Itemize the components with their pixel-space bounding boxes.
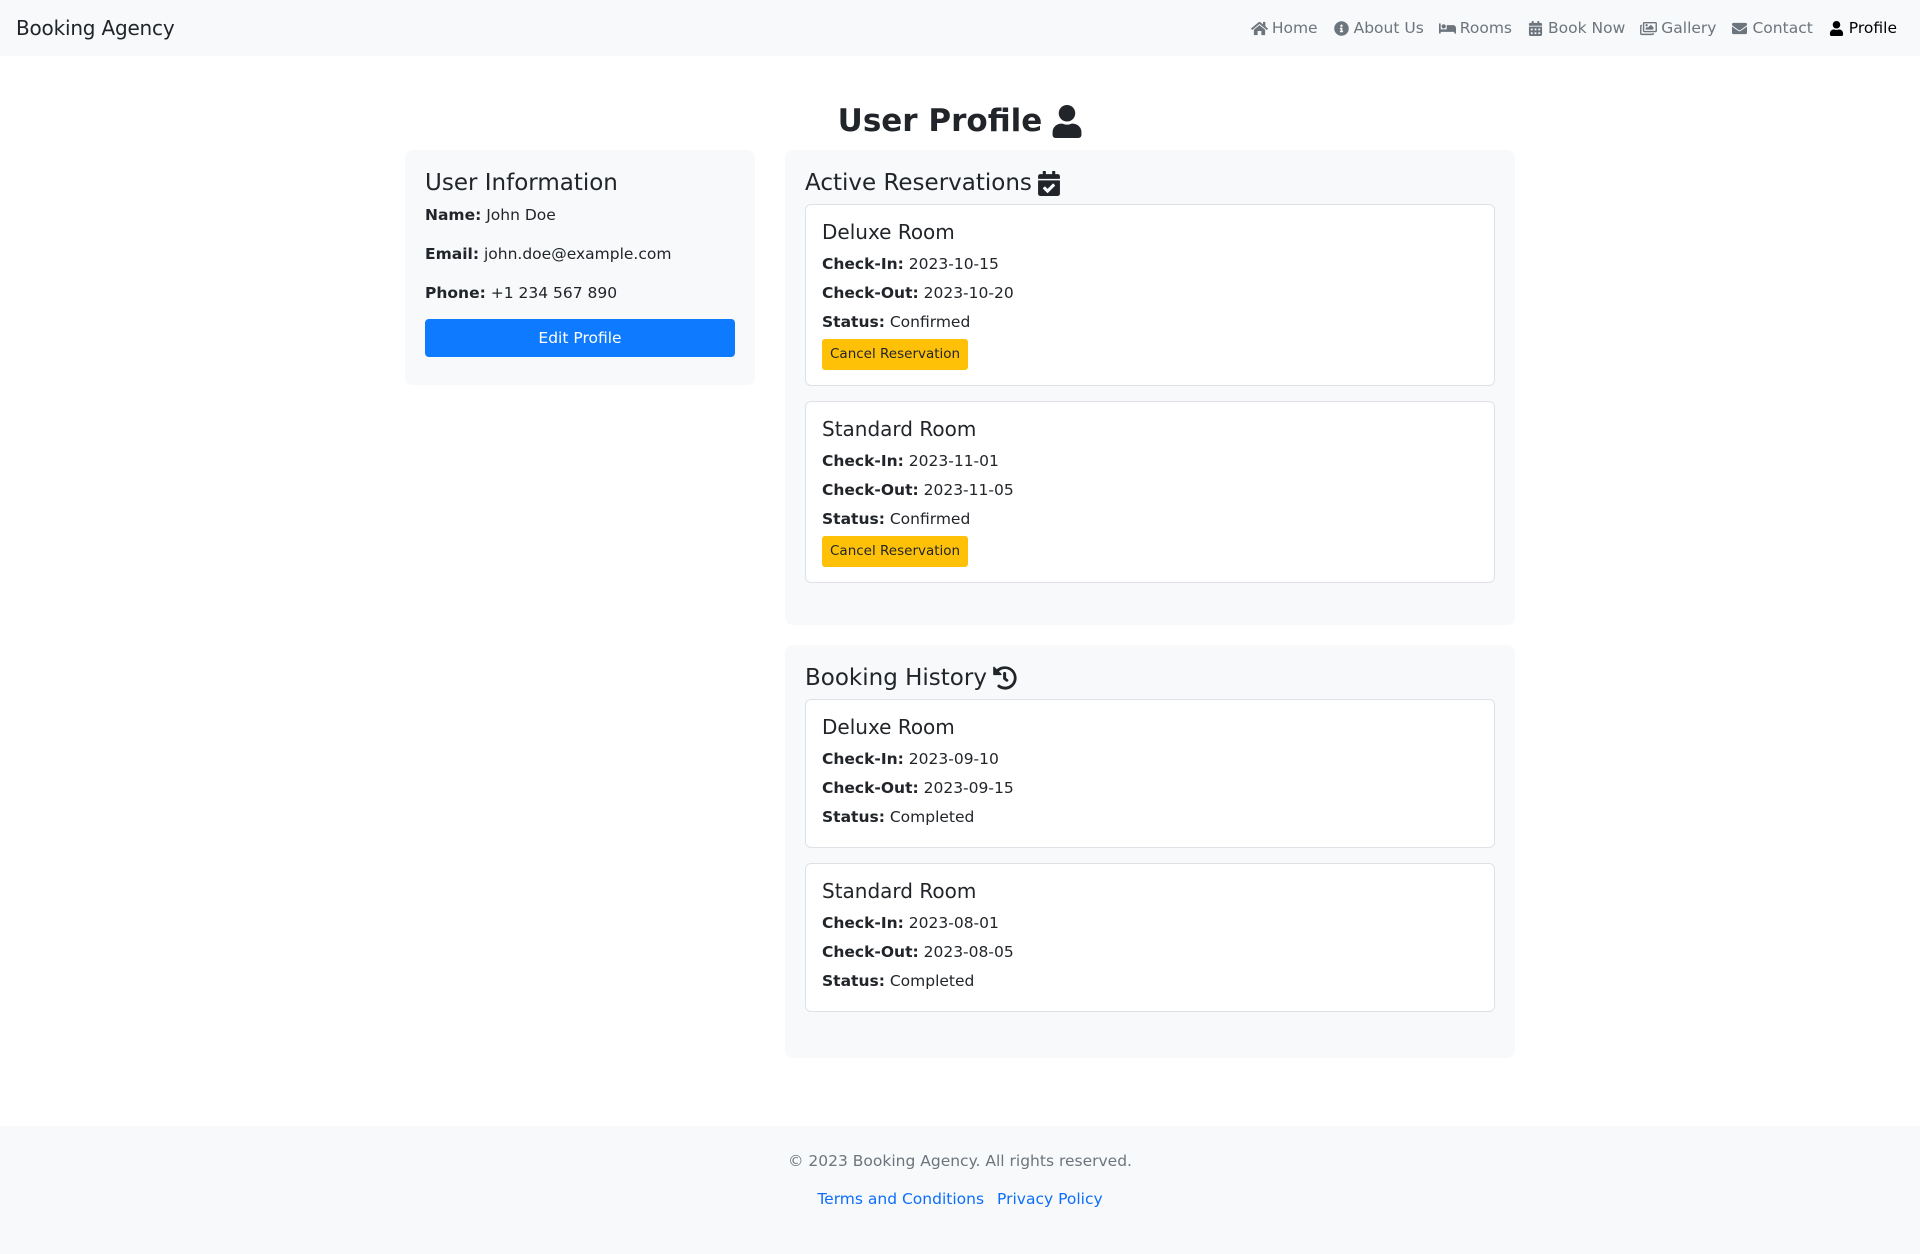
nav-item-label: Gallery bbox=[1661, 19, 1717, 37]
user-icon bbox=[1052, 104, 1082, 138]
room-title: Standard Room bbox=[822, 417, 977, 441]
status-value: Completed bbox=[889, 808, 975, 826]
nav-item-profile[interactable]: Profile bbox=[1828, 19, 1897, 37]
checkin-row: Check-In: 2023-09-10 bbox=[822, 745, 1478, 774]
nav-item-label: About Us bbox=[1353, 19, 1424, 37]
status-row: Status: Confirmed bbox=[822, 308, 1478, 337]
room-title: Deluxe Room bbox=[822, 715, 955, 739]
user-email: john.doe@example.com bbox=[483, 245, 672, 263]
checkout-label: Check-Out: bbox=[822, 943, 919, 961]
checkin-label: Check-In: bbox=[822, 452, 904, 470]
checkin-label: Check-In: bbox=[822, 750, 904, 768]
email-label: Email: bbox=[425, 245, 480, 263]
status-value: Confirmed bbox=[889, 510, 971, 528]
status-label: Status: bbox=[822, 808, 885, 826]
page-title-text: User Profile bbox=[837, 103, 1043, 139]
checkout-label: Check-Out: bbox=[822, 779, 919, 797]
brand-logo[interactable]: Booking Agency bbox=[16, 16, 175, 40]
active-reservations-title-text: Active Reservations bbox=[805, 170, 1032, 196]
checkin-date: 2023-10-15 bbox=[908, 255, 999, 273]
checkout-row: Check-Out: 2023-10-20 bbox=[822, 279, 1478, 308]
history-card: Standard Room Check-In: 2023-08-01 Check… bbox=[805, 863, 1495, 1012]
checkout-label: Check-Out: bbox=[822, 481, 919, 499]
booking-history-title: Booking History bbox=[805, 665, 1495, 691]
nav-item-label: Book Now bbox=[1548, 19, 1626, 37]
checkout-date: 2023-09-15 bbox=[923, 779, 1014, 797]
reservation-card: Standard Room Check-In: 2023-11-01 Check… bbox=[805, 401, 1495, 583]
user-name: John Doe bbox=[486, 206, 556, 224]
envelope-icon bbox=[1732, 22, 1748, 34]
checkin-date: 2023-08-01 bbox=[908, 914, 999, 932]
user-phone-row: Phone: +1 234 567 890 bbox=[425, 284, 735, 302]
checkin-date: 2023-11-01 bbox=[908, 452, 999, 470]
status-row: Status: Completed bbox=[822, 803, 1478, 832]
room-title: Deluxe Room bbox=[822, 220, 955, 244]
nav-item-home[interactable]: Home bbox=[1250, 19, 1318, 37]
checkin-label: Check-In: bbox=[822, 914, 904, 932]
page-title: User Profile bbox=[0, 103, 1920, 139]
nav-item-gallery[interactable]: Gallery bbox=[1640, 19, 1716, 37]
user-name-row: Name: John Doe bbox=[425, 206, 735, 224]
checkout-date: 2023-10-20 bbox=[923, 284, 1014, 302]
checkin-date: 2023-09-10 bbox=[908, 750, 999, 768]
nav-menu: Home About Us Rooms Book Now Gallery Con… bbox=[1250, 19, 1897, 37]
nav-item-label: Home bbox=[1271, 19, 1318, 37]
room-title: Standard Room bbox=[822, 879, 977, 903]
cancel-reservation-button[interactable]: Cancel Reservation bbox=[822, 339, 969, 370]
edit-profile-button[interactable]: Edit Profile bbox=[425, 319, 735, 357]
nav-item-label: Rooms bbox=[1459, 19, 1512, 37]
checkout-row: Check-Out: 2023-11-05 bbox=[822, 476, 1478, 505]
history-icon bbox=[993, 666, 1017, 690]
user-phone: +1 234 567 890 bbox=[490, 284, 618, 302]
phone-label: Phone: bbox=[425, 284, 486, 302]
nav-item-rooms[interactable]: Rooms bbox=[1438, 19, 1512, 37]
checkin-row: Check-In: 2023-08-01 bbox=[822, 909, 1478, 938]
active-reservations-title: Active Reservations bbox=[805, 170, 1495, 196]
checkout-label: Check-Out: bbox=[822, 284, 919, 302]
user-information-panel: User Information Name: John Doe Email: j… bbox=[405, 150, 755, 385]
info-icon bbox=[1333, 20, 1349, 36]
checkout-row: Check-Out: 2023-09-15 bbox=[822, 774, 1478, 803]
checkin-label: Check-In: bbox=[822, 255, 904, 273]
cancel-reservation-button[interactable]: Cancel Reservation bbox=[822, 536, 969, 567]
name-label: Name: bbox=[425, 206, 482, 224]
status-label: Status: bbox=[822, 313, 885, 331]
status-label: Status: bbox=[822, 510, 885, 528]
nav-item-contact[interactable]: Contact bbox=[1731, 19, 1813, 37]
footer: © 2023 Booking Agency. All rights reserv… bbox=[0, 1126, 1920, 1254]
checkout-date: 2023-11-05 bbox=[923, 481, 1014, 499]
nav-item-about[interactable]: About Us bbox=[1333, 19, 1424, 37]
history-card: Deluxe Room Check-In: 2023-09-10 Check-O… bbox=[805, 699, 1495, 848]
booking-history-title-text: Booking History bbox=[805, 665, 987, 691]
copyright-text: © 2023 Booking Agency. All rights reserv… bbox=[787, 1152, 1132, 1170]
privacy-link[interactable]: Privacy Policy bbox=[997, 1190, 1103, 1208]
nav-item-label: Contact bbox=[1752, 19, 1813, 37]
checkout-row: Check-Out: 2023-08-05 bbox=[822, 938, 1478, 967]
navbar: Booking Agency Home About Us Rooms Book … bbox=[0, 0, 1920, 56]
calendar-check-icon bbox=[1037, 170, 1060, 196]
images-icon bbox=[1640, 21, 1658, 35]
status-value: Confirmed bbox=[889, 313, 971, 331]
user-email-row: Email: john.doe@example.com bbox=[425, 245, 735, 263]
status-value: Completed bbox=[889, 972, 975, 990]
home-icon bbox=[1250, 21, 1268, 35]
status-row: Status: Confirmed bbox=[822, 505, 1478, 534]
booking-history-panel: Booking History Deluxe Room Check-In: 20… bbox=[785, 645, 1515, 1058]
reservation-card: Deluxe Room Check-In: 2023-10-15 Check-O… bbox=[805, 204, 1495, 386]
checkout-date: 2023-08-05 bbox=[923, 943, 1014, 961]
checkin-row: Check-In: 2023-11-01 bbox=[822, 447, 1478, 476]
calendar-icon bbox=[1528, 20, 1543, 36]
terms-link[interactable]: Terms and Conditions bbox=[817, 1190, 984, 1208]
footer-links: Terms and Conditions Privacy Policy bbox=[0, 1190, 1920, 1208]
active-reservations-panel: Active Reservations Deluxe Room Check-In… bbox=[785, 150, 1515, 625]
nav-item-label: Profile bbox=[1848, 19, 1897, 37]
status-row: Status: Completed bbox=[822, 967, 1478, 996]
status-label: Status: bbox=[822, 972, 885, 990]
checkin-row: Check-In: 2023-10-15 bbox=[822, 250, 1478, 279]
user-icon bbox=[1829, 20, 1843, 36]
user-information-title: User Information bbox=[425, 170, 618, 196]
nav-item-book-now[interactable]: Book Now bbox=[1527, 19, 1625, 37]
bed-icon bbox=[1438, 22, 1456, 34]
